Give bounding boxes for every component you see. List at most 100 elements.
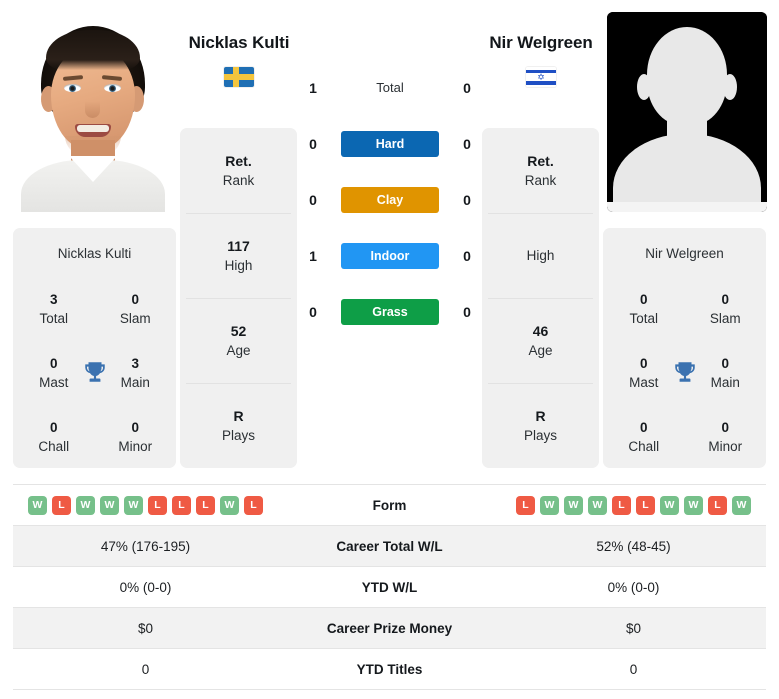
form-chip-win[interactable]: W bbox=[564, 495, 583, 515]
titles-value: 0 bbox=[131, 420, 139, 435]
h2h-score-left: 0 bbox=[309, 136, 317, 152]
titles-cell-total: 0 Total bbox=[603, 277, 685, 341]
table-row-career-prize-money: $0 Career Prize Money $0 bbox=[13, 608, 766, 649]
age-label: Age bbox=[528, 342, 553, 358]
h2h-row-hard: 0 Hard 0 bbox=[300, 116, 480, 172]
form-chip-loss[interactable]: L bbox=[636, 495, 655, 515]
titles-label: Main bbox=[120, 375, 150, 390]
form-chip-win[interactable]: W bbox=[100, 495, 119, 515]
titles-grid: 3 Total 0 Slam 0 Mast 3 Main 0 Chall 0 M… bbox=[13, 277, 176, 469]
form-chip-loss[interactable]: L bbox=[196, 495, 215, 515]
table-row-form: WLWWWLLLWL Form LWWWLLWWLW bbox=[13, 485, 766, 526]
plays-value: R bbox=[535, 407, 546, 424]
titles-value: 0 bbox=[639, 292, 648, 307]
h2h-surface-label: Total bbox=[376, 80, 404, 95]
age-value: 52 bbox=[230, 322, 247, 339]
titles-label: Slam bbox=[119, 311, 151, 326]
form-chip-loss[interactable]: L bbox=[244, 495, 263, 515]
h2h-surface-badge-clay[interactable]: Clay bbox=[341, 187, 439, 213]
form-chip-win[interactable]: W bbox=[540, 495, 559, 515]
rank-cell-plays: R Plays bbox=[482, 383, 599, 468]
row-label: Career Prize Money bbox=[326, 620, 453, 636]
titles-card-heading: Nicklas Kulti bbox=[57, 246, 132, 261]
h2h-score-left: 0 bbox=[309, 304, 317, 320]
form-chip-loss[interactable]: L bbox=[172, 495, 191, 515]
high-value: 117 bbox=[227, 237, 250, 254]
h2h-score-right: 0 bbox=[463, 192, 471, 208]
comparison-header-area: Nicklas Kulti Nir Welgreen ✡ Ret. Rank 1… bbox=[0, 0, 779, 482]
table-row-career-total-wl: 47% (176-195) Career Total W/L 52% (48-4… bbox=[13, 526, 766, 567]
row-label: YTD W/L bbox=[361, 579, 418, 595]
form-chip-loss[interactable]: L bbox=[148, 495, 167, 515]
value-right: 0% (0-0) bbox=[607, 579, 660, 595]
form-chip-win[interactable]: W bbox=[76, 495, 95, 515]
titles-value: 0 bbox=[639, 356, 648, 371]
titles-value: 0 bbox=[49, 356, 58, 371]
titles-label: Chall bbox=[38, 439, 70, 454]
rank-cell-plays: R Plays bbox=[180, 383, 297, 468]
h2h-surface-badge-grass[interactable]: Grass bbox=[341, 299, 439, 325]
form-chip-win[interactable]: W bbox=[28, 495, 47, 515]
age-value: 46 bbox=[532, 322, 549, 339]
form-list-right: LWWWLLWWLW bbox=[516, 495, 751, 515]
rank-cell-rank: Ret. Rank bbox=[482, 128, 599, 213]
rank-cell-age: 52 Age bbox=[180, 298, 297, 383]
h2h-row-total: 1 Total 0 bbox=[300, 60, 480, 116]
comparison-stats-table: WLWWWLLLWL Form LWWWLLWWLW 47% (176-195)… bbox=[13, 484, 766, 690]
form-chip-win[interactable]: W bbox=[660, 495, 679, 515]
plays-label: Plays bbox=[221, 427, 255, 443]
titles-label: Slam bbox=[709, 311, 741, 326]
player-name-right[interactable]: Nir Welgreen bbox=[441, 33, 641, 53]
titles-label: Mast bbox=[39, 375, 69, 390]
value-right: $0 bbox=[625, 620, 642, 636]
table-row-ytd-titles: 0 YTD Titles 0 bbox=[13, 649, 766, 690]
h2h-surface-badge-indoor[interactable]: Indoor bbox=[341, 243, 439, 269]
titles-cell-total: 3 Total bbox=[13, 277, 95, 341]
rank-cell-high: 117 High bbox=[180, 213, 297, 298]
player-name-left[interactable]: Nicklas Kulti bbox=[139, 33, 339, 53]
titles-grid: 0 Total 0 Slam 0 Mast 0 Main 0 Chall 0 M… bbox=[603, 277, 766, 469]
titles-value: 0 bbox=[721, 292, 729, 307]
israel-flag-icon: ✡ bbox=[526, 67, 556, 87]
plays-label: Plays bbox=[523, 427, 557, 443]
rank-card-right: Ret. Rank High 46 Age R Plays bbox=[482, 128, 599, 468]
h2h-row-grass: 0 Grass 0 bbox=[300, 284, 480, 340]
rank-cell-rank: Ret. Rank bbox=[180, 128, 297, 213]
titles-cell-minor: 0 Minor bbox=[685, 405, 767, 469]
h2h-surface-badge-hard[interactable]: Hard bbox=[341, 131, 439, 157]
h2h-score-left: 0 bbox=[309, 192, 317, 208]
titles-value: 3 bbox=[131, 356, 139, 371]
form-chip-loss[interactable]: L bbox=[612, 495, 631, 515]
titles-cell-slam: 0 Slam bbox=[95, 277, 177, 341]
titles-card-heading: Nir Welgreen bbox=[645, 246, 724, 261]
titles-value: 0 bbox=[49, 420, 58, 435]
player-comparison-page: Nicklas Kulti Nir Welgreen ✡ Ret. Rank 1… bbox=[0, 0, 779, 699]
high-label: High bbox=[224, 257, 253, 273]
rank-cell-high: High bbox=[482, 213, 599, 298]
form-chip-loss[interactable]: L bbox=[52, 495, 71, 515]
titles-cell-chall: 0 Chall bbox=[603, 405, 685, 469]
h2h-row-indoor: 1 Indoor 0 bbox=[300, 228, 480, 284]
titles-label: Mast bbox=[629, 375, 659, 390]
rank-value: Ret. bbox=[527, 152, 554, 169]
rank-card-left: Ret. Rank 117 High 52 Age R Plays bbox=[180, 128, 297, 468]
value-right: 52% (48-45) bbox=[596, 538, 671, 554]
form-chip-win[interactable]: W bbox=[588, 495, 607, 515]
h2h-score-left: 1 bbox=[309, 248, 317, 264]
row-label: Form bbox=[372, 497, 407, 513]
form-right: LWWWLLWWLW bbox=[501, 495, 766, 515]
h2h-score-right: 0 bbox=[463, 248, 471, 264]
titles-value: 0 bbox=[131, 292, 139, 307]
form-chip-win[interactable]: W bbox=[124, 495, 143, 515]
form-chip-loss[interactable]: L bbox=[708, 495, 727, 515]
titles-label: Total bbox=[39, 311, 69, 326]
rank-cell-age: 46 Age bbox=[482, 298, 599, 383]
form-chip-win[interactable]: W bbox=[732, 495, 751, 515]
form-chip-loss[interactable]: L bbox=[516, 495, 535, 515]
titles-value: 0 bbox=[639, 420, 648, 435]
titles-label: Minor bbox=[708, 439, 743, 454]
form-chip-win[interactable]: W bbox=[684, 495, 703, 515]
h2h-row-clay: 0 Clay 0 bbox=[300, 172, 480, 228]
form-chip-win[interactable]: W bbox=[220, 495, 239, 515]
titles-card-left: Nicklas Kulti 3 Total 0 Slam 0 Mast 3 Ma… bbox=[13, 228, 176, 468]
